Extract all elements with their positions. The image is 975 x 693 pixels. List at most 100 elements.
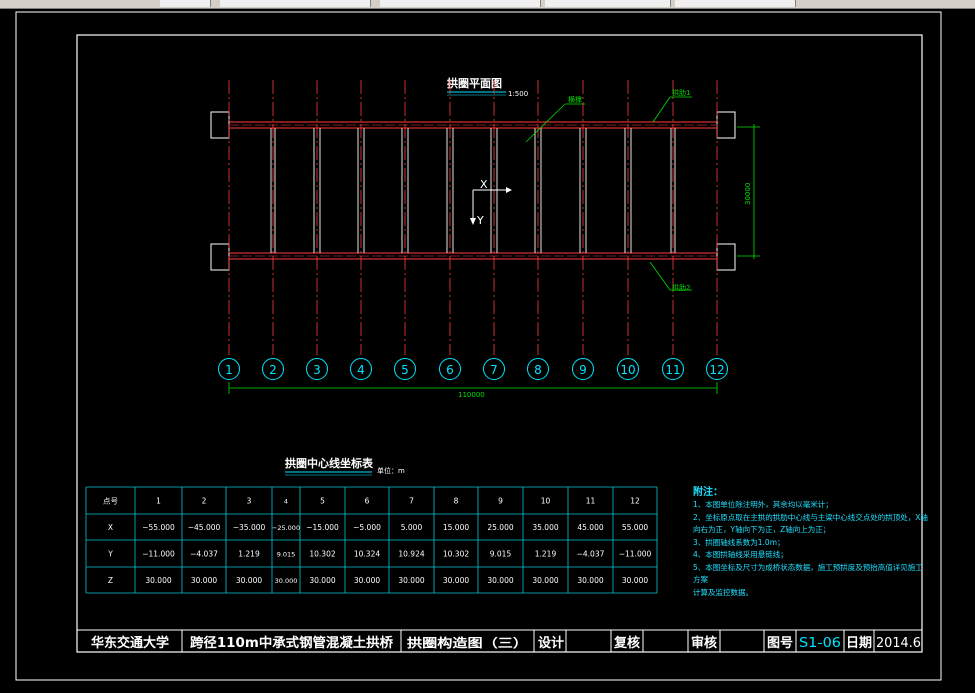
table-cell: 10.324	[354, 550, 380, 559]
table-cell: 9.015	[490, 550, 512, 559]
table-header-cell: 6	[365, 497, 370, 506]
abutment-block	[716, 243, 736, 271]
table-cell: 30.000	[354, 576, 380, 585]
table-header-cell: 4	[284, 498, 288, 506]
review-label: 复核	[613, 635, 640, 651]
table-cell: 25.000	[487, 523, 513, 532]
table-cell: −25.000	[272, 524, 300, 532]
table-cell: 45.000	[577, 523, 603, 532]
school-name: 华东交通大学	[91, 635, 169, 651]
gridline-number: 8	[534, 363, 542, 377]
table-cell: 30.000	[398, 576, 424, 585]
table-cell: 30.000	[236, 576, 262, 585]
note-line: 3、拱圈轴线系数为1.0m；	[693, 537, 785, 547]
note-line: 5、本图坐标及尺寸为成桥状态数据，施工预拱度及预抬高值详见施工方案	[693, 562, 923, 585]
table-cell: 30.000	[191, 576, 217, 585]
table-cell: −55.000	[142, 523, 175, 532]
drawing-name: 拱圈构造图（三）	[407, 635, 528, 650]
note-line: 1、本图单位除注明外，其余均以毫米计；	[693, 500, 833, 509]
table-cell: 10.302	[309, 550, 335, 559]
table-cell: 1.219	[535, 550, 557, 559]
note-line: 2、坐标原点取在主拱的拱肋中心线与主梁中心线交点处的拱顶处，X轴	[693, 512, 928, 522]
table-header-cell: 11	[586, 497, 596, 506]
table-header-cell: 8	[454, 497, 459, 506]
table-header-cell: 12	[630, 497, 640, 506]
rib2-label: 拱肋2	[672, 283, 690, 292]
table-header-cell: 7	[409, 497, 414, 506]
table-cell: −4.037	[190, 550, 218, 559]
gridline-number: 5	[401, 363, 409, 377]
table-cell: 5.000	[401, 523, 423, 532]
table-cell: Y	[107, 550, 113, 559]
table-header-cell: 9	[498, 497, 503, 506]
table-header-cell: 5	[320, 497, 325, 506]
approve-label: 审核	[691, 635, 717, 651]
rib2-leader	[649, 261, 671, 291]
table-unit: 单位：m	[377, 466, 405, 475]
table-cell: 30.000	[487, 576, 513, 585]
brace-label: 横撑	[568, 95, 582, 104]
table-cell: 30.000	[443, 576, 469, 585]
table-cell: 30.000	[577, 576, 603, 585]
gridline-number: 11	[665, 363, 680, 377]
coordinate-table: 拱圈中心线坐标表 单位：m 点号 1 2 3 4 5 6 7 8 9 10 11 12X −55.000−…	[85, 456, 658, 594]
table-cell: Z	[108, 576, 113, 585]
table-cell: 30.000	[622, 576, 648, 585]
plan-scale: 1:500	[508, 90, 528, 98]
table-header-cell: 3	[247, 497, 252, 506]
gridline-number: 2	[269, 363, 277, 377]
gridline-number: 4	[357, 363, 365, 377]
drawing-no: S1-06	[799, 636, 841, 651]
gridline-number: 7	[490, 363, 498, 377]
table-cell: 30.000	[275, 577, 298, 585]
table-cell: −45.000	[188, 523, 221, 532]
abutment-block	[210, 111, 230, 139]
dim-span-text: 110000	[458, 391, 485, 399]
rib1-label: 拱肋1	[672, 88, 690, 97]
gridline-number: 1	[225, 363, 233, 377]
y-axis-arrowhead	[470, 218, 476, 225]
table-cell: 30.000	[145, 576, 171, 585]
abutment-block	[716, 111, 736, 139]
table-cell: −11.000	[142, 550, 175, 559]
table-cell: 30.000	[309, 576, 335, 585]
design-label: 设计	[538, 635, 564, 651]
toolbar-tab[interactable]	[220, 0, 371, 7]
table-header-cell: 1	[156, 497, 161, 506]
table-cell: −5.000	[353, 523, 381, 532]
table-cell: 10.302	[443, 550, 469, 559]
table-cell: −15.000	[306, 523, 339, 532]
brace-leader	[525, 103, 566, 143]
note-line: 4、本图拱轴线采用悬链线；	[693, 550, 788, 559]
table-header-cell: 2	[202, 497, 207, 506]
note-line: 计算及监控数据。	[693, 587, 753, 597]
table-cell: −4.037	[577, 550, 605, 559]
table-cell: 10.924	[398, 550, 424, 559]
gridline-number: 9	[579, 363, 587, 377]
axis-x-label: X	[480, 178, 488, 191]
table-cell: 35.000	[532, 523, 558, 532]
toolbar-tab[interactable]	[675, 0, 796, 7]
table-cell: 1.219	[238, 550, 260, 559]
x-axis-arrowhead	[506, 187, 512, 193]
table-cell: X	[108, 523, 113, 532]
toolbar-tab[interactable]	[380, 0, 541, 7]
gridline-number: 3	[313, 363, 321, 377]
drawing-no-label: 图号	[767, 636, 793, 651]
table-header-cell: 点号	[103, 497, 118, 506]
gridline-number: 12	[709, 363, 724, 377]
date-label: 日期	[846, 636, 872, 651]
table-cell: 9.015	[277, 551, 296, 559]
gridline-number: 6	[446, 363, 454, 377]
table-cell: 55.000	[622, 523, 648, 532]
title-block: 华东交通大学 跨径110m中承式钢管混凝土拱桥 拱圈构造图（三） 设计 复核 审…	[77, 629, 922, 652]
gridline-number: 10	[620, 363, 635, 377]
table-cell: −11.000	[619, 550, 652, 559]
arch-plan-view: 拱圈平面图 1:500 1 2 3 4 5 6 7 8 9 10 11 12 30000 110000…	[210, 76, 760, 399]
dim-width-text: 30000	[744, 183, 752, 205]
note-line: 向右为正，Y轴向下为正，Z轴向上为正；	[693, 525, 831, 534]
application-toolbar-strip	[0, 0, 975, 9]
toolbar-tab[interactable]	[545, 0, 671, 7]
toolbar-tab[interactable]	[160, 0, 211, 7]
table-cell: 30.000	[532, 576, 558, 585]
